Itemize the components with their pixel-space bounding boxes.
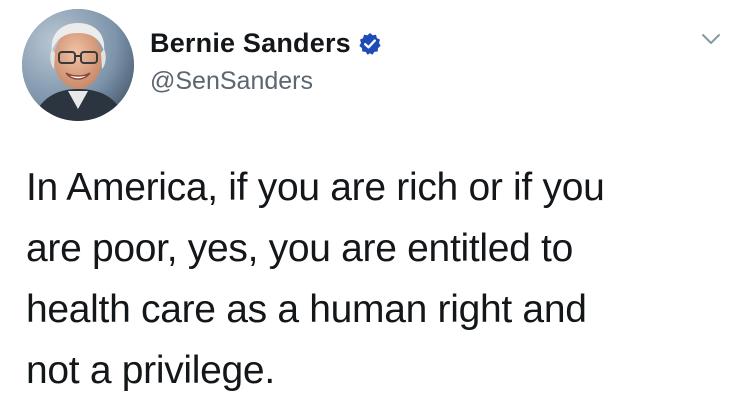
tweet-text-line: In America, if you are rich or if you — [26, 166, 605, 209]
name-row: Bernie Sanders — [150, 26, 382, 60]
avatar[interactable] — [22, 9, 134, 121]
author-handle[interactable]: @SenSanders — [150, 67, 382, 96]
tweet-text: In America, if you are rich or if you ar… — [26, 157, 706, 401]
profile-photo-avatar — [22, 9, 134, 121]
verified-badge-icon — [358, 32, 382, 56]
author-display-name[interactable]: Bernie Sanders — [150, 28, 351, 59]
tweet-card: Bernie Sanders @SenSanders In America, i… — [0, 0, 734, 413]
tweet-text-line: are poor, yes, you are entitled to — [26, 227, 573, 270]
tweet-header: Bernie Sanders @SenSanders — [150, 26, 382, 96]
tweet-text-line: health care as a human right and — [26, 288, 587, 331]
tweet-text-line: not a privilege. — [26, 349, 275, 392]
chevron-down-icon[interactable] — [700, 30, 722, 48]
